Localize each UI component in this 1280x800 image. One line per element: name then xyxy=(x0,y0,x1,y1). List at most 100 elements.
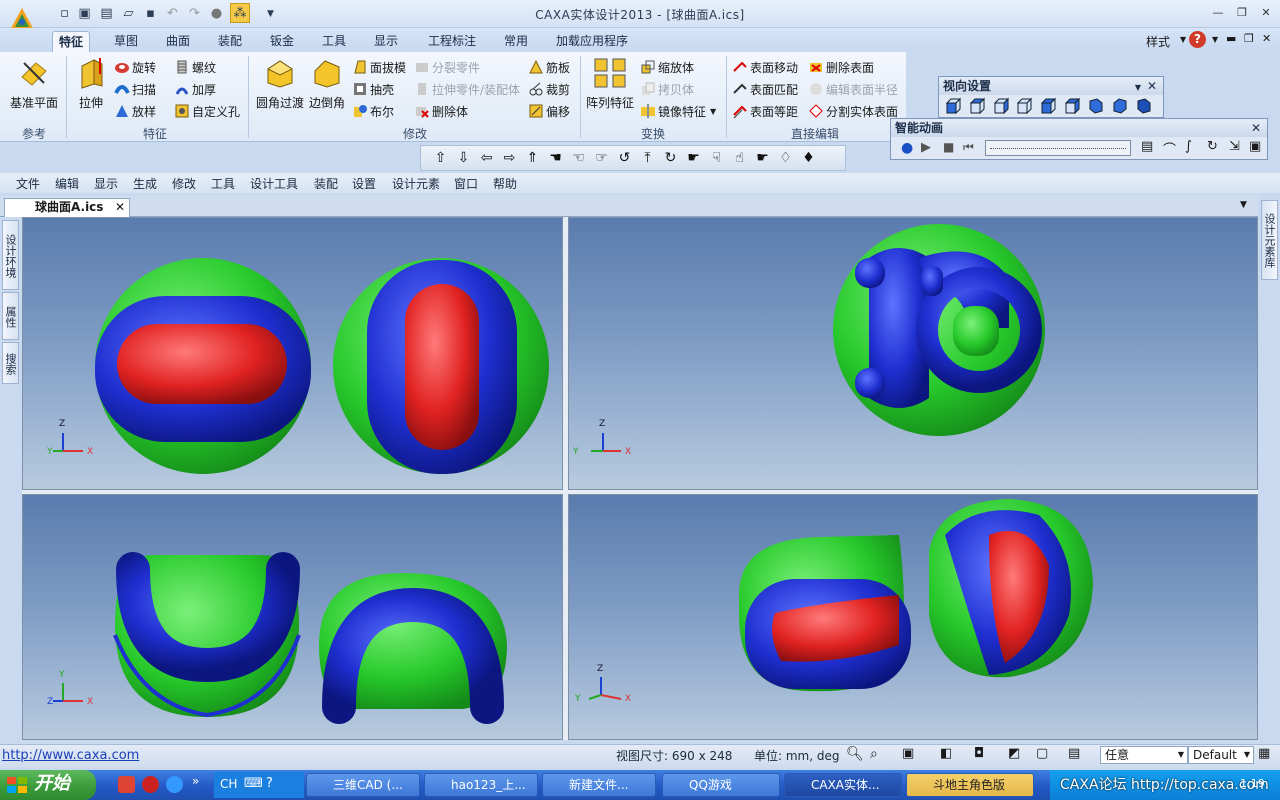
menu-settings[interactable]: 设置 xyxy=(352,175,376,192)
draft-button[interactable]: 面拔模 xyxy=(352,57,406,77)
render-mode-icon[interactable]: ▣ xyxy=(902,746,914,761)
anim-camera-icon[interactable]: ▣ xyxy=(1249,139,1261,154)
smart-animation-close-icon[interactable]: ✕ xyxy=(1251,119,1261,137)
move-left-icon[interactable]: ⇦ xyxy=(477,149,496,168)
document-tab[interactable]: 球曲面A.ics ✕ xyxy=(4,198,130,217)
hand-pan-icon[interactable]: ☚ xyxy=(546,149,565,168)
face-match-button[interactable]: 表面匹配 xyxy=(732,79,798,99)
clock[interactable]: 1:19 xyxy=(1240,777,1265,790)
quicklaunch-app-icon[interactable] xyxy=(118,776,135,793)
tab-annotation[interactable]: 工程标注 xyxy=(422,31,482,52)
trim-button[interactable]: 裁剪 xyxy=(528,79,570,99)
shell-button[interactable]: 抽壳 xyxy=(352,79,394,99)
record-icon[interactable]: ● xyxy=(901,140,913,156)
view-bottom-icon[interactable] xyxy=(1063,97,1081,115)
menu-window[interactable]: 窗口 xyxy=(454,175,478,192)
delete-face-button[interactable]: 删除表面 xyxy=(808,57,874,77)
view-iso-ne-icon[interactable] xyxy=(1087,97,1105,115)
animation-timeline-slider[interactable] xyxy=(985,140,1131,156)
menu-assembly[interactable]: 装配 xyxy=(314,175,338,192)
view-right-icon[interactable] xyxy=(1015,97,1033,115)
copy-body-button[interactable]: 拷贝体 xyxy=(640,79,694,99)
view-back-icon[interactable] xyxy=(968,97,986,115)
light-off-icon[interactable]: ♦ xyxy=(799,149,818,168)
material-icon[interactable]: ◩ xyxy=(1008,746,1020,761)
viewport-splitter-horizontal[interactable] xyxy=(22,490,1258,494)
view-left-icon[interactable] xyxy=(992,97,1010,115)
tab-assembly[interactable]: 装配 xyxy=(212,31,248,52)
face-move-button[interactable]: 表面移动 xyxy=(732,57,798,77)
anim-move-icon[interactable]: ⇲ xyxy=(1229,139,1240,154)
tab-tools[interactable]: 工具 xyxy=(316,31,352,52)
layer-icon[interactable]: ▤ xyxy=(1068,746,1080,761)
rib-button[interactable]: 筋板 xyxy=(528,57,570,77)
menu-modify[interactable]: 修改 xyxy=(172,175,196,192)
loft-button[interactable]: 放样 xyxy=(114,101,156,121)
view-iso-se-icon[interactable] xyxy=(1135,97,1153,115)
doc-restore-button[interactable]: ❐ xyxy=(1244,32,1254,45)
viewport-splitter-vertical[interactable] xyxy=(563,217,568,740)
fillet-button[interactable]: 圆角过渡 xyxy=(254,56,306,111)
rotate-ccw-icon[interactable]: ↺ xyxy=(615,149,634,168)
menu-file[interactable]: 文件 xyxy=(16,175,40,192)
viewport-top-right[interactable]: Z X Y xyxy=(568,217,1258,490)
style-menu[interactable]: 样式 xyxy=(1146,33,1170,50)
mirror-feature-button[interactable]: 镜像特征 ▼ xyxy=(640,101,716,121)
menu-edit[interactable]: 编辑 xyxy=(55,175,79,192)
document-list-dropdown-icon[interactable]: ▼ xyxy=(1240,200,1247,210)
keyboard-icon[interactable]: ⌨ xyxy=(244,776,263,791)
thread-button[interactable]: 螺纹 xyxy=(174,57,216,77)
thicken-button[interactable]: 加厚 xyxy=(174,79,216,99)
anim-path-icon[interactable]: ⌒ xyxy=(1163,139,1176,158)
task-button-qq-game[interactable]: QQ游戏 xyxy=(662,773,780,797)
view-front-icon[interactable] xyxy=(944,97,962,115)
caxa-website-link[interactable]: http://www.caxa.com xyxy=(2,748,139,763)
edit-radius-button[interactable]: 编辑表面半径 xyxy=(808,79,898,99)
chamfer-button[interactable]: 边倒角 xyxy=(306,56,348,111)
revolve-button[interactable]: 旋转 xyxy=(114,57,156,77)
zoom-window-icon[interactable]: ⌕ xyxy=(870,746,878,762)
view-settings-dropdown-icon[interactable]: ▼ xyxy=(1135,79,1141,97)
app-restore-button[interactable]: ❐ xyxy=(1232,4,1252,22)
quicklaunch-antivirus-icon[interactable] xyxy=(142,776,159,793)
help-icon[interactable]: ? xyxy=(1189,31,1206,48)
task-button-new-file[interactable]: 新建文件... xyxy=(542,773,656,797)
scale-body-button[interactable]: 缩放体 xyxy=(640,57,694,77)
rewind-icon[interactable]: ⏮ xyxy=(963,140,974,155)
tab-display[interactable]: 显示 xyxy=(368,31,404,52)
app-minimize-button[interactable]: — xyxy=(1208,4,1228,22)
document-tab-close-icon[interactable]: ✕ xyxy=(115,199,125,216)
anim-editor-icon[interactable]: ▤ xyxy=(1141,139,1153,154)
custom-hole-button[interactable]: 自定义孔 xyxy=(174,101,240,121)
datum-plane-button[interactable]: 基准平面 xyxy=(6,56,62,111)
camera-icon[interactable]: ◘ xyxy=(974,746,984,761)
tab-sheet-metal[interactable]: 钣金 xyxy=(264,31,300,52)
task-button-hao123[interactable]: hao123_上... xyxy=(424,773,538,797)
tab-addins[interactable]: 加载应用程序 xyxy=(550,31,634,52)
move-down-icon[interactable]: ⇩ xyxy=(454,149,473,168)
tilt-right-icon[interactable]: ☟ xyxy=(707,149,726,168)
side-tab-properties[interactable]: 属性 xyxy=(2,292,19,340)
side-tab-design-library[interactable]: 设计元素库 xyxy=(1261,200,1278,280)
menu-design-elements[interactable]: 设计元素 xyxy=(392,175,440,192)
rotate-up-icon[interactable]: ⤒ xyxy=(638,149,657,168)
zoom-icon[interactable]: 🔍︎ xyxy=(846,746,864,762)
doc-minimize-button[interactable]: ▬ xyxy=(1226,32,1236,45)
app-close-button[interactable]: ✕ xyxy=(1256,4,1276,22)
shading-icon[interactable]: ◧ xyxy=(940,746,952,761)
task-button-doudizhu[interactable]: 斗地主角色版 xyxy=(906,773,1034,797)
quicklaunch-more-icon[interactable]: » xyxy=(192,774,199,788)
extrude-button[interactable]: 拉伸 xyxy=(72,56,110,111)
view-iso-nw-icon[interactable] xyxy=(1111,97,1129,115)
viewport-top-left[interactable]: Z X Y xyxy=(22,217,563,490)
doc-close-button[interactable]: ✕ xyxy=(1262,32,1271,45)
display-box-icon[interactable]: ▢ xyxy=(1036,746,1048,761)
viewport-bottom-left[interactable]: Y X Z xyxy=(22,494,563,740)
extrude-part-button[interactable]: 拉伸零件/装配体 xyxy=(414,79,520,99)
menu-tools[interactable]: 工具 xyxy=(211,175,235,192)
quicklaunch-ie-icon[interactable] xyxy=(166,776,183,793)
split-face-button[interactable]: 分割实体表面 xyxy=(808,101,898,121)
menu-display[interactable]: 显示 xyxy=(94,175,118,192)
mirror-dropdown-icon[interactable]: ▼ xyxy=(710,107,716,116)
tilt-left-icon[interactable]: ☛ xyxy=(684,149,703,168)
